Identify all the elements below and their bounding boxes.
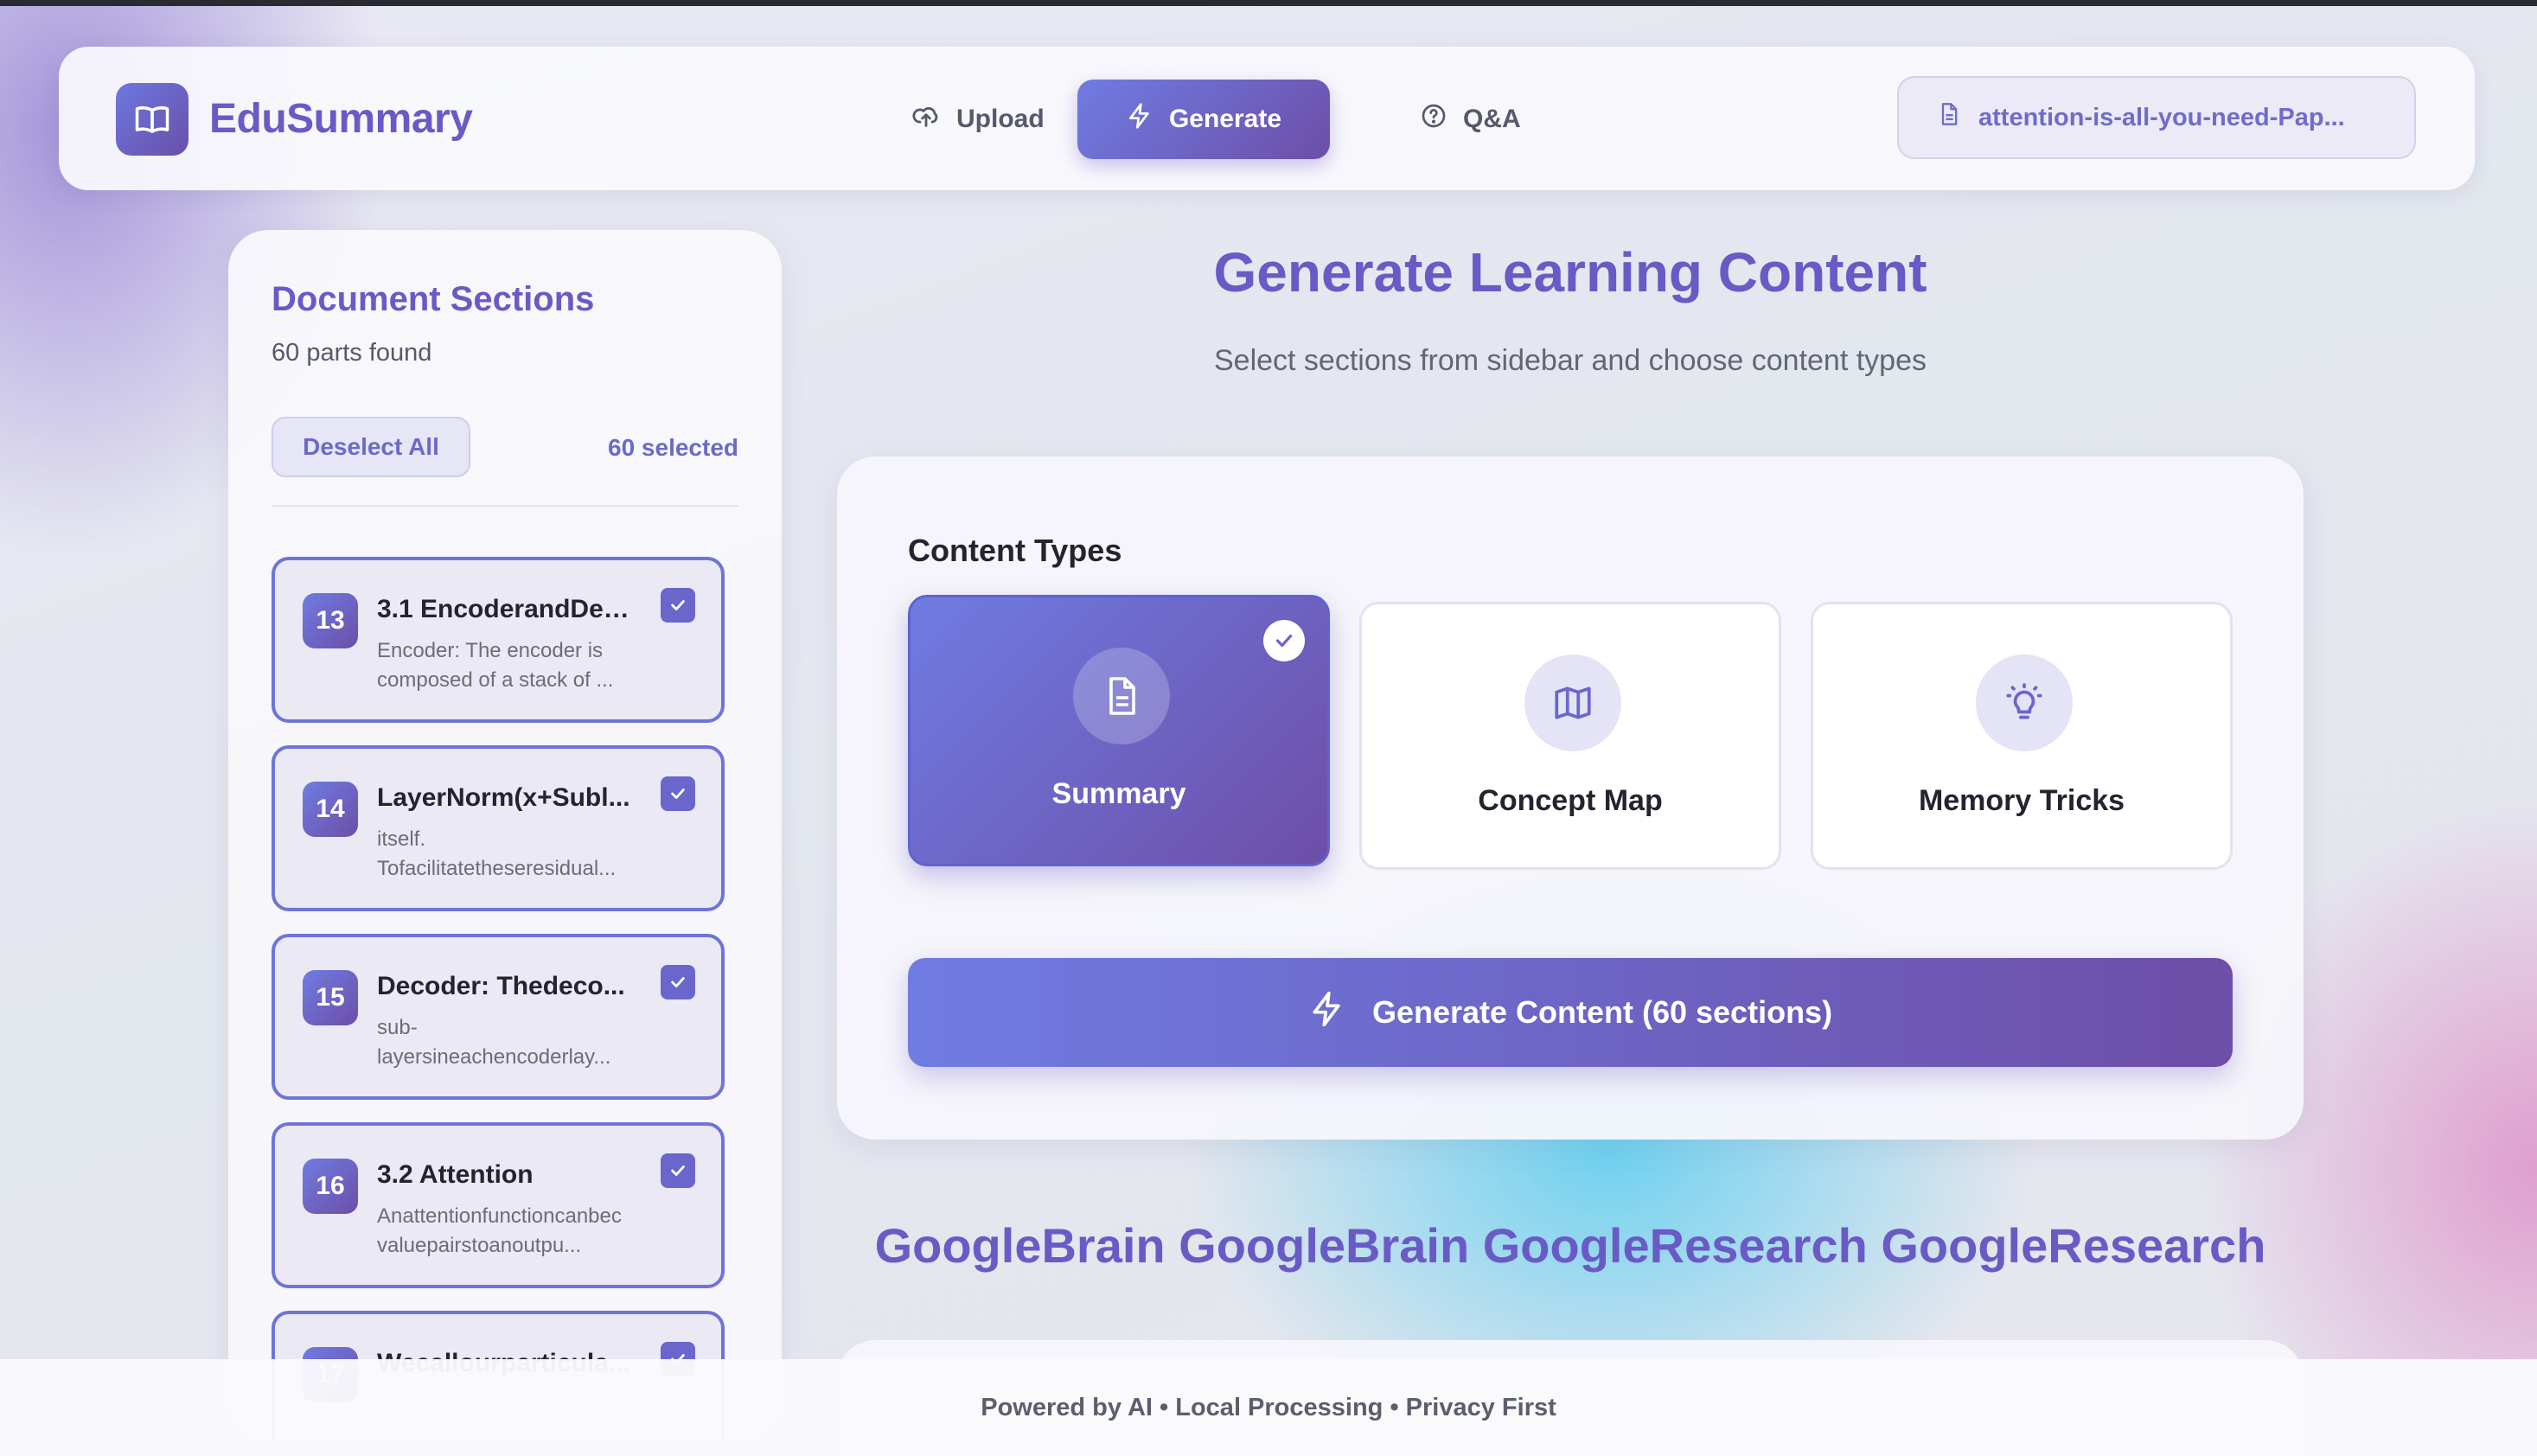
sidebar-subtitle: 60 parts found: [272, 339, 432, 367]
content-type-summary[interactable]: Summary: [908, 595, 1330, 866]
nav-upload[interactable]: Upload: [880, 80, 1076, 159]
content-types-label: Content Types: [908, 533, 1122, 568]
section-checkbox[interactable]: [661, 588, 695, 623]
section-list: 13 3.1 EncoderandDec... Encoder: The enc…: [272, 557, 725, 1440]
section-card[interactable]: 16 3.2 Attention Anattentionfunctioncanb…: [272, 1122, 725, 1288]
document-icon: [1937, 101, 1961, 134]
document-sections-sidebar: Document Sections 60 parts found Deselec…: [228, 230, 782, 1440]
footer-text: Powered by AI • Local Processing • Priva…: [981, 1393, 1556, 1421]
section-number: 16: [303, 1159, 358, 1214]
lightning-icon: [1308, 990, 1346, 1036]
section-title: LayerNorm(x+Subl...: [377, 783, 630, 812]
file-chip-label: attention-is-all-you-need-Pap...: [1978, 103, 2345, 131]
section-checkbox[interactable]: [661, 776, 695, 811]
footer: Powered by AI • Local Processing • Priva…: [0, 1359, 2537, 1456]
nav-qa-label: Q&A: [1463, 105, 1521, 133]
authors-heading: GoogleBrain GoogleBrain GoogleResearch G…: [874, 1218, 2266, 1273]
section-card[interactable]: 15 Decoder: Thedeco... sub-layersineache…: [272, 934, 725, 1100]
page-title: Generate Learning Content: [1213, 241, 1927, 303]
nav-upload-label: Upload: [956, 105, 1045, 133]
section-number: 15: [303, 970, 358, 1025]
document-icon: [1073, 648, 1170, 744]
section-checkbox[interactable]: [661, 965, 695, 999]
generate-content-label: Generate Content (60 sections): [1371, 994, 1833, 1030]
lightning-icon: [1126, 102, 1153, 137]
page-subtitle: Select sections from sidebar and choose …: [1213, 344, 1927, 377]
sidebar-divider: [272, 505, 738, 507]
deselect-all-button[interactable]: Deselect All: [272, 417, 470, 477]
section-checkbox[interactable]: [661, 1153, 695, 1188]
app-logo-text[interactable]: EduSummary: [209, 95, 473, 143]
generate-content-button[interactable]: Generate Content (60 sections): [908, 958, 2233, 1067]
section-description: sub-layersineachencoderlay...: [377, 1016, 611, 1069]
nav-qa[interactable]: Q&A: [1389, 80, 1552, 159]
section-number: 13: [303, 593, 358, 648]
cloud-upload-icon: [911, 101, 941, 137]
current-file-chip[interactable]: attention-is-all-you-need-Pap...: [1897, 76, 2416, 159]
content-type-memory-tricks[interactable]: Memory Tricks: [1811, 602, 2233, 870]
lightbulb-icon: [1976, 655, 2073, 751]
selected-count: 60 selected: [608, 434, 738, 461]
content-type-concept-map[interactable]: Concept Map: [1359, 602, 1781, 870]
section-title: Decoder: Thedeco...: [377, 972, 625, 1000]
content-type-label: Memory Tricks: [1918, 784, 2125, 817]
section-number: 14: [303, 782, 358, 837]
section-title: 3.2 Attention: [377, 1160, 534, 1189]
content-type-label: Summary: [1051, 777, 1186, 810]
section-description: itself. Tofacilitatetheseresidual...: [377, 827, 617, 880]
content-type-panel: Content Types Summary Concept Map Memory…: [837, 457, 2304, 1140]
check-icon: [1263, 620, 1305, 661]
content-type-label: Concept Map: [1478, 784, 1663, 817]
section-description: Encoder: The encoder is composed of a st…: [377, 639, 614, 692]
sidebar-title: Document Sections: [272, 280, 595, 318]
window-top-edge: [0, 0, 2537, 6]
section-card[interactable]: 14 LayerNorm(x+Subl... itself. Tofacilit…: [272, 745, 725, 911]
section-card[interactable]: 13 3.1 EncoderandDec... Encoder: The enc…: [272, 557, 725, 723]
map-icon: [1524, 655, 1621, 751]
top-header: EduSummary Upload Generate Q&A attention…: [59, 47, 2475, 190]
section-title: 3.1 EncoderandDec...: [377, 595, 636, 623]
book-icon[interactable]: [116, 83, 189, 156]
help-circle-icon: [1420, 102, 1447, 137]
nav-generate[interactable]: Generate: [1077, 80, 1330, 159]
section-description: Anattentionfunctioncanbec valuepairstoan…: [377, 1204, 622, 1257]
nav-generate-label: Generate: [1168, 105, 1282, 133]
